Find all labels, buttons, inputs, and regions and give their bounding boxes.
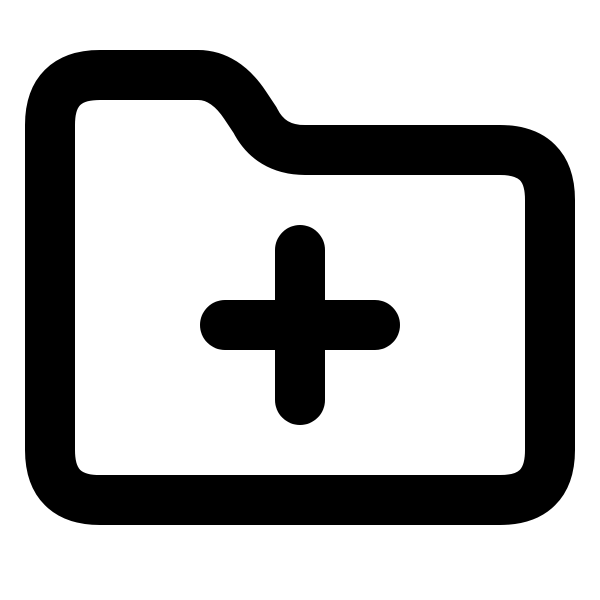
folder-plus-icon — [25, 50, 575, 525]
folder-plus-icon-wrapper — [0, 0, 600, 600]
